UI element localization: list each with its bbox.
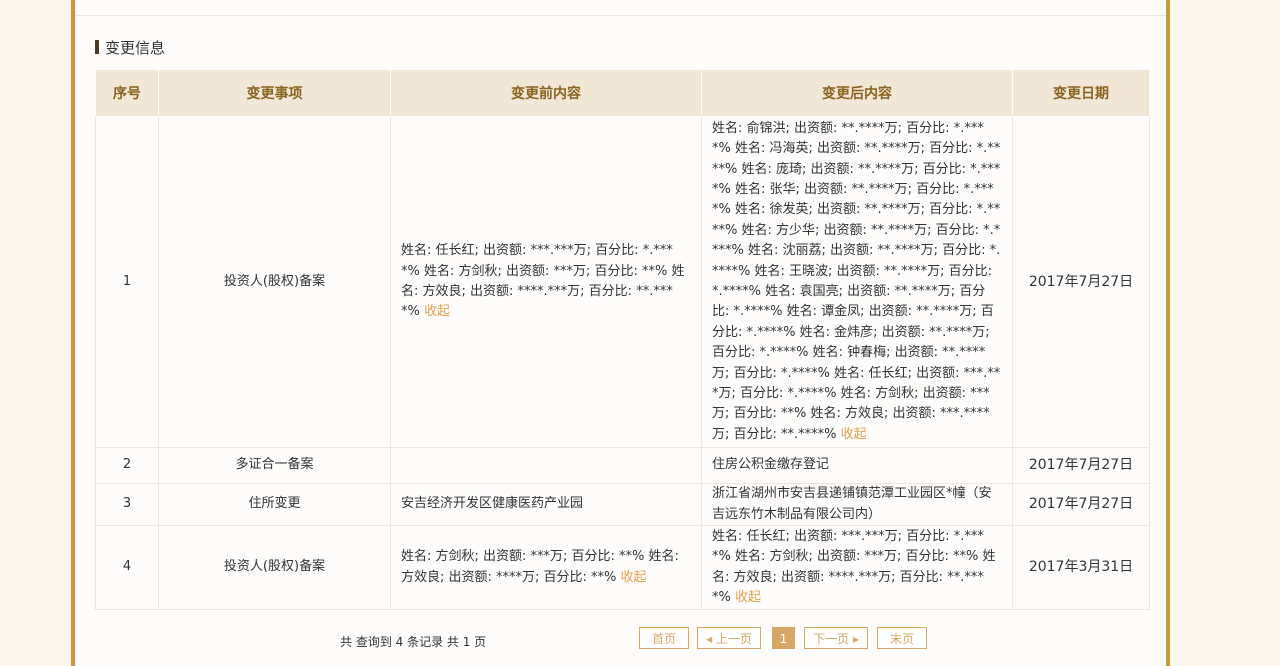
content-panel: 变更信息 序号 变更事项 变更前内容 变更后内容 变更日期 1 投资人(股权)备…: [71, 0, 1170, 666]
header-no: 序号: [95, 69, 159, 117]
table-row: 3 住所变更 安吉经济开发区健康医药产业园 浙江省湖州市安吉县递铺镇范潭工业园区…: [95, 483, 1150, 526]
fold-link[interactable]: 收起: [621, 570, 647, 585]
table-row: 2 多证合一备案 住房公积金缴存登记 2017年7月27日: [95, 447, 1150, 484]
row-item: 投资人(股权)备案: [158, 525, 391, 610]
fold-link[interactable]: 收起: [841, 427, 867, 442]
table-header-row: 序号 变更事项 变更前内容 变更后内容 变更日期: [95, 69, 1150, 117]
row-before: [390, 447, 702, 484]
next-page-button[interactable]: 下一页 ▸: [804, 627, 868, 649]
row-item: 住所变更: [158, 483, 391, 526]
header-date: 变更日期: [1012, 69, 1150, 117]
title-bar-icon: [95, 40, 99, 54]
row-no: 1: [95, 116, 159, 448]
row-date: 2017年7月27日: [1012, 447, 1150, 484]
row-date: 2017年3月31日: [1012, 525, 1150, 610]
header-item: 变更事项: [158, 69, 391, 117]
header-after: 变更后内容: [701, 69, 1013, 117]
divider: [75, 15, 1166, 16]
row-item: 多证合一备案: [158, 447, 391, 484]
row-after: 姓名: 俞锦洪; 出资额: **.****万; 百分比: *.****% 姓名:…: [701, 116, 1013, 448]
row-no: 3: [95, 483, 159, 526]
row-item: 投资人(股权)备案: [158, 116, 391, 448]
header-before: 变更前内容: [390, 69, 702, 117]
row-after: 住房公积金缴存登记: [701, 447, 1013, 484]
row-date: 2017年7月27日: [1012, 116, 1150, 448]
table-row: 4 投资人(股权)备案 姓名: 方剑秋; 出资额: ***万; 百分比: **%…: [95, 525, 1150, 610]
last-page-button[interactable]: 末页: [877, 627, 927, 649]
pagination: 共 查询到 4 条记录 共 1 页 首页 ◂ 上一页 1 下一页 ▸ 末页: [75, 627, 1166, 651]
row-before: 姓名: 任长红; 出资额: ***.***万; 百分比: *.****% 姓名:…: [390, 116, 702, 448]
row-no: 4: [95, 525, 159, 610]
row-before: 安吉经济开发区健康医药产业园: [390, 483, 702, 526]
pager-summary: 共 查询到 4 条记录 共 1 页: [340, 635, 487, 649]
first-page-button[interactable]: 首页: [639, 627, 689, 649]
row-after: 浙江省湖州市安吉县递铺镇范潭工业园区*幢（安吉远东竹木制品有限公司内）: [701, 483, 1013, 526]
section-title: 变更信息: [95, 38, 166, 57]
row-before: 姓名: 方剑秋; 出资额: ***万; 百分比: **% 姓名: 方效良; 出资…: [390, 525, 702, 610]
change-table: 序号 变更事项 变更前内容 变更后内容 变更日期 1 投资人(股权)备案 姓名:…: [95, 69, 1150, 610]
fold-link[interactable]: 收起: [424, 304, 450, 319]
row-after: 姓名: 任长红; 出资额: ***.***万; 百分比: *.****% 姓名:…: [701, 525, 1013, 610]
row-date: 2017年7月27日: [1012, 483, 1150, 526]
prev-page-button[interactable]: ◂ 上一页: [697, 627, 761, 649]
table-row: 1 投资人(股权)备案 姓名: 任长红; 出资额: ***.***万; 百分比:…: [95, 116, 1150, 448]
after-text: 姓名: 俞锦洪; 出资额: **.****万; 百分比: *.****% 姓名:…: [712, 120, 1001, 442]
current-page-button[interactable]: 1: [772, 627, 795, 649]
fold-link[interactable]: 收起: [735, 590, 761, 605]
section-title-text: 变更信息: [105, 38, 166, 57]
row-no: 2: [95, 447, 159, 484]
